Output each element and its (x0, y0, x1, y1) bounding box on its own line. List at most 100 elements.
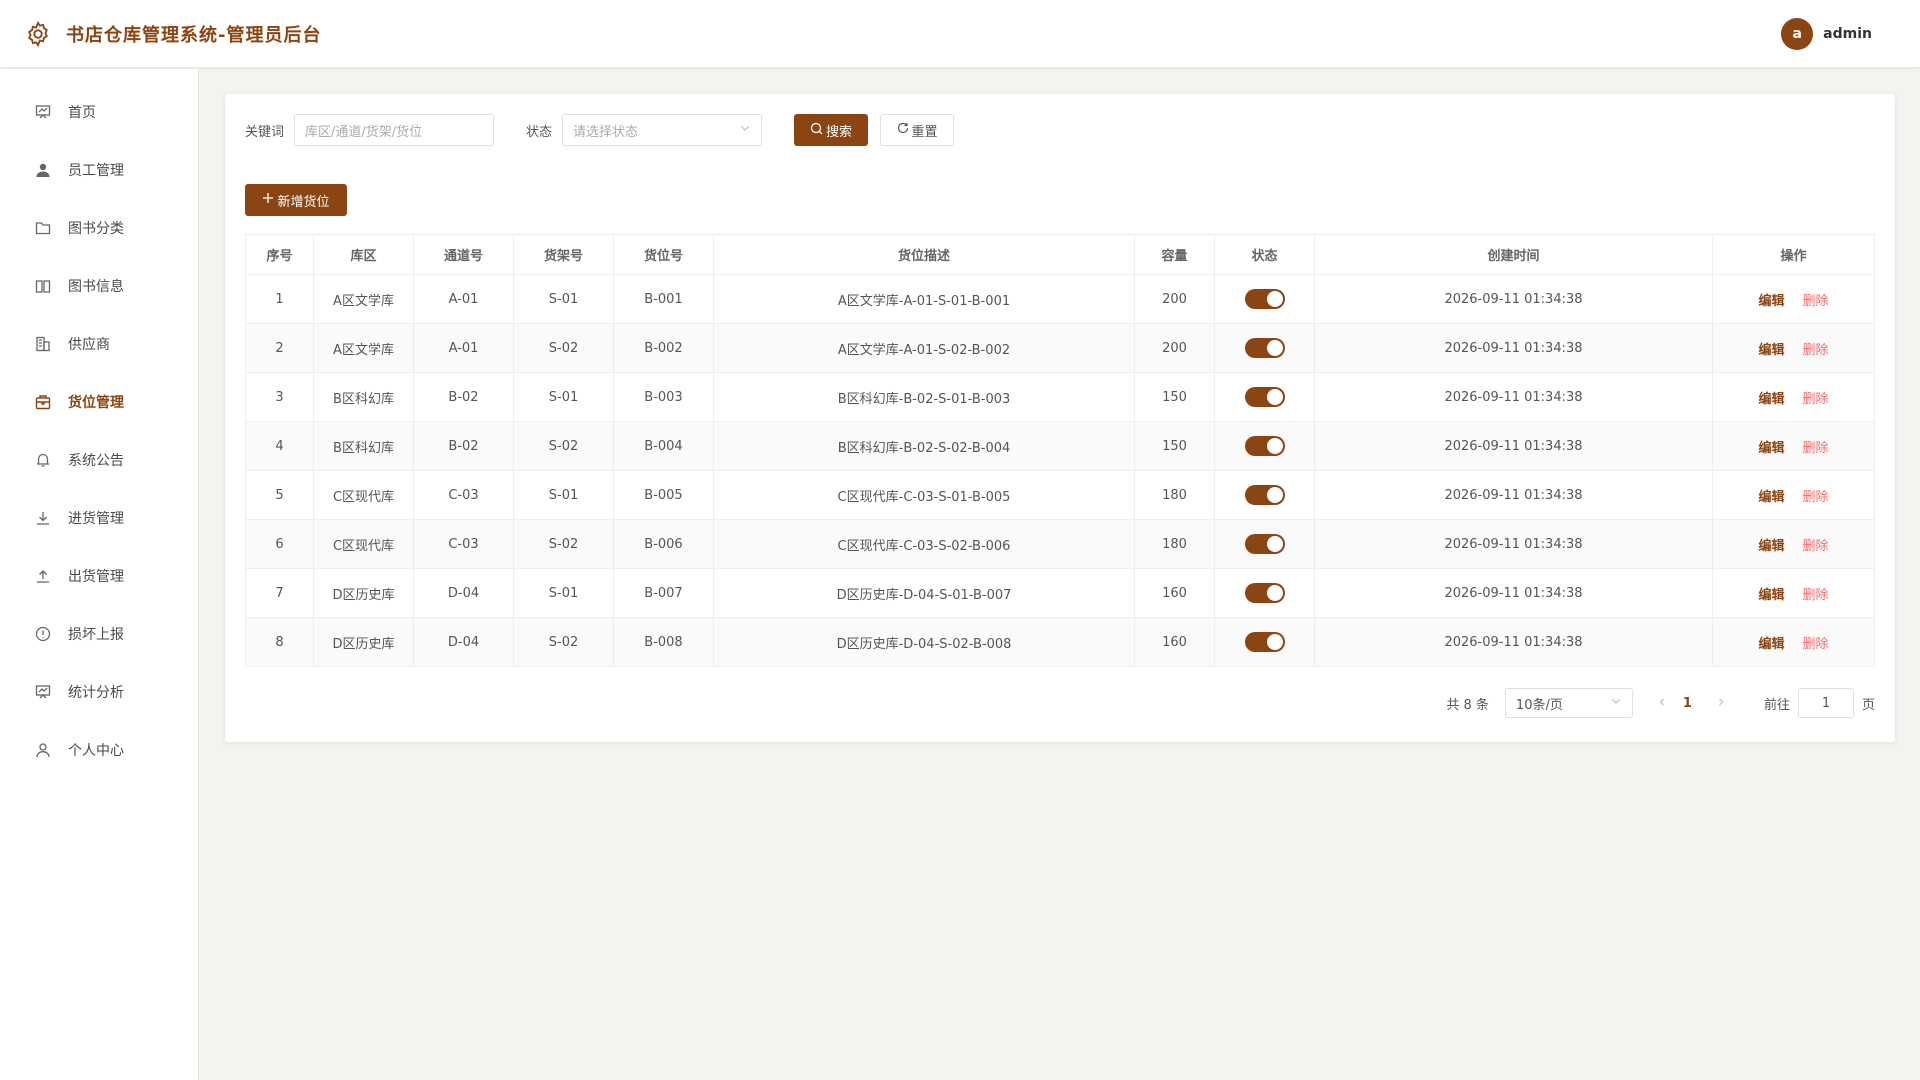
column-header: 库区 (313, 234, 414, 275)
status-select[interactable]: 请选择状态 (562, 114, 763, 146)
sidebar-item-staff[interactable]: 员工管理 (0, 141, 198, 199)
cell-aisle: C-03 (413, 519, 514, 569)
cell-zone: B区科幻库 (313, 421, 414, 471)
folder-icon (34, 219, 52, 237)
sidebar: 首页 员工管理 图书分类 图书信息 供应商 货位管理 系统公告 进货管理 出货管… (0, 69, 199, 1080)
cell-zone: A区文学库 (313, 274, 414, 324)
table-row: 3 B区科幻库 B-02 S-01 B-003 B区科幻库-B-02-S-01-… (245, 372, 1875, 422)
status-toggle[interactable] (1244, 632, 1285, 652)
cell-shelf: S-02 (513, 519, 614, 569)
page-suffix: 页 (1861, 697, 1875, 713)
table-header-row: 序号 库区 通道号 货架号 货位号 货位描述 容量 状态 创建时间 操作 (245, 234, 1875, 275)
table-row: 5 C区现代库 C-03 S-01 B-005 C区现代库-C-03-S-01-… (245, 470, 1875, 520)
sidebar-item-label: 员工管理 (68, 163, 124, 179)
delete-button[interactable]: 删除 (1803, 588, 1829, 603)
warning-icon (34, 625, 52, 643)
cell-index: 1 (245, 274, 314, 324)
keyword-input[interactable]: 库区/通道/货架/货位 (294, 114, 495, 146)
goto-page-input[interactable]: 1 (1797, 688, 1854, 718)
status-toggle[interactable] (1244, 534, 1285, 554)
edit-button[interactable]: 编辑 (1758, 490, 1784, 505)
sidebar-item-damage-report[interactable]: 损坏上报 (0, 605, 198, 663)
status-toggle[interactable] (1244, 583, 1285, 603)
keyword-label: 关键词 (245, 124, 285, 140)
search-button[interactable]: 搜索 (794, 114, 869, 146)
reset-button-label: 重置 (911, 124, 938, 140)
table-body: 1 A区文学库 A-01 S-01 B-001 A区文学库-A-01-S-01-… (245, 274, 1875, 667)
cell-index: 4 (245, 421, 314, 471)
cell-zone: D区历史库 (313, 568, 414, 618)
cell-actions: 编辑 删除 (1712, 470, 1875, 520)
sidebar-item-label: 损坏上报 (68, 627, 124, 643)
delete-button[interactable]: 删除 (1803, 490, 1829, 505)
page-number-current[interactable]: 1 (1683, 696, 1692, 711)
table-row: 7 D区历史库 D-04 S-01 B-007 D区历史库-D-04-S-01-… (245, 568, 1875, 618)
sidebar-item-profile[interactable]: 个人中心 (0, 721, 198, 779)
status-toggle[interactable] (1244, 436, 1285, 456)
sidebar-item-inbound[interactable]: 进货管理 (0, 489, 198, 547)
cell-actions: 编辑 删除 (1712, 617, 1875, 667)
reset-button[interactable]: 重置 (880, 114, 955, 146)
edit-button[interactable]: 编辑 (1758, 637, 1784, 652)
sidebar-item-announcement[interactable]: 系统公告 (0, 431, 198, 489)
app-title: 书店仓库管理系统-管理员后台 (66, 24, 322, 46)
cell-description: A区文学库-A-01-S-02-B-002 (713, 323, 1135, 373)
status-toggle[interactable] (1244, 387, 1285, 407)
sidebar-item-slot-management[interactable]: 货位管理 (0, 373, 198, 431)
sidebar-item-home[interactable]: 首页 (0, 83, 198, 141)
status-placeholder: 请选择状态 (573, 124, 639, 140)
toolbar: 新增货位 (245, 184, 1875, 216)
add-slot-button[interactable]: 新增货位 (245, 184, 347, 216)
search-icon (810, 122, 826, 139)
delete-button[interactable]: 删除 (1803, 343, 1829, 358)
status-toggle[interactable] (1244, 338, 1285, 358)
status-toggle[interactable] (1244, 289, 1285, 309)
column-header: 货位号 (613, 234, 714, 275)
page-size-select[interactable]: 10条/页 (1504, 688, 1633, 718)
edit-button[interactable]: 编辑 (1758, 343, 1784, 358)
next-page-button[interactable] (1708, 696, 1734, 711)
status-toggle[interactable] (1244, 485, 1285, 505)
table-row: 4 B区科幻库 B-02 S-02 B-004 B区科幻库-B-02-S-02-… (245, 421, 1875, 471)
sidebar-item-label: 图书分类 (68, 221, 124, 237)
cell-description: C区现代库-C-03-S-02-B-006 (713, 519, 1135, 569)
user-outline-icon (34, 741, 52, 759)
delete-button[interactable]: 删除 (1803, 539, 1829, 554)
sidebar-item-outbound[interactable]: 出货管理 (0, 547, 198, 605)
delete-button[interactable]: 删除 (1803, 392, 1829, 407)
cell-aisle: B-02 (413, 421, 514, 471)
edit-button[interactable]: 编辑 (1758, 441, 1784, 456)
sidebar-item-supplier[interactable]: 供应商 (0, 315, 198, 373)
cell-slot: B-003 (613, 372, 714, 422)
cell-zone: C区现代库 (313, 519, 414, 569)
username[interactable]: admin (1823, 26, 1872, 42)
cell-slot: B-006 (613, 519, 714, 569)
column-header: 货架号 (513, 234, 614, 275)
edit-button[interactable]: 编辑 (1758, 539, 1784, 554)
cell-status (1214, 323, 1315, 373)
cell-status (1214, 421, 1315, 471)
user-icon (34, 161, 52, 179)
table-row: 6 C区现代库 C-03 S-02 B-006 C区现代库-C-03-S-02-… (245, 519, 1875, 569)
delete-button[interactable]: 删除 (1803, 637, 1829, 652)
column-header: 货位描述 (713, 234, 1135, 275)
add-slot-button-label: 新增货位 (277, 194, 330, 210)
cell-status (1214, 519, 1315, 569)
sidebar-item-book-info[interactable]: 图书信息 (0, 257, 198, 315)
avatar[interactable]: a (1781, 17, 1814, 50)
sidebar-item-book-category[interactable]: 图书分类 (0, 199, 198, 257)
box-icon (34, 393, 52, 411)
cell-aisle: B-02 (413, 372, 514, 422)
column-header: 容量 (1134, 234, 1215, 275)
edit-button[interactable]: 编辑 (1758, 294, 1784, 309)
sidebar-item-statistics[interactable]: 统计分析 (0, 663, 198, 721)
delete-button[interactable]: 删除 (1803, 294, 1829, 309)
delete-button[interactable]: 删除 (1803, 441, 1829, 456)
cell-status (1214, 470, 1315, 520)
prev-page-button[interactable] (1649, 696, 1675, 711)
cell-index: 2 (245, 323, 314, 373)
edit-button[interactable]: 编辑 (1758, 588, 1784, 603)
user-menu[interactable]: a admin (1781, 17, 1872, 50)
upload-icon (34, 567, 52, 585)
edit-button[interactable]: 编辑 (1758, 392, 1784, 407)
